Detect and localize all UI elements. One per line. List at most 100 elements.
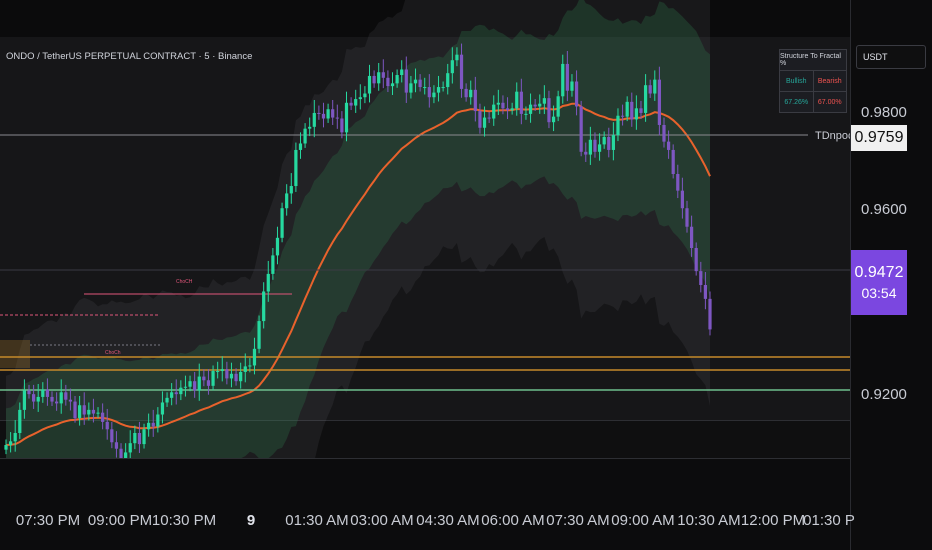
bearish-candle xyxy=(381,72,385,78)
bullish-candle xyxy=(542,98,546,104)
symbol-title[interactable]: ONDO / TetherUS PERPETUAL CONTRACT · 5 ·… xyxy=(6,51,252,62)
bearish-candle xyxy=(321,113,326,119)
time-label-day: 9 xyxy=(246,512,256,529)
time-label: 09:00 AM xyxy=(611,512,675,529)
bearish-candle xyxy=(593,139,597,152)
bearish-candle xyxy=(64,392,68,400)
bullish-candle xyxy=(469,89,473,98)
bearish-candle xyxy=(703,285,708,299)
table-title: Structure To Fractal % xyxy=(780,50,846,71)
bullish-candle xyxy=(528,104,533,114)
bearish-candle xyxy=(91,409,96,414)
bullish-candle xyxy=(41,389,45,397)
bearish-candle xyxy=(340,118,344,133)
bullish-candle xyxy=(8,441,13,446)
choch-label-lower: ChoCh xyxy=(105,350,121,356)
bearish-candle xyxy=(404,69,408,93)
bearish-candle xyxy=(335,117,339,119)
time-label: 07:30 AM xyxy=(546,512,610,529)
bullish-candle xyxy=(358,97,362,100)
price-label: 0.9800 xyxy=(861,104,907,121)
bullish-candle xyxy=(262,291,266,322)
bullish-label: Bullish xyxy=(780,71,814,91)
bearish-candle xyxy=(676,174,680,191)
bullish-candle xyxy=(96,412,100,414)
bullish-candle xyxy=(87,409,91,415)
bullish-candle xyxy=(211,371,215,386)
bullish-candle xyxy=(179,387,183,395)
bullish-candle xyxy=(611,135,615,150)
bullish-candle xyxy=(446,73,450,88)
bullish-candle xyxy=(482,117,487,128)
bullish-candle xyxy=(344,102,349,133)
bullish-candle xyxy=(78,405,82,419)
bullish-candle xyxy=(271,255,275,274)
bullish-candle xyxy=(455,54,459,61)
bullish-candle xyxy=(413,79,418,84)
time-label: 01:30 AM xyxy=(285,512,349,529)
bearish-candle xyxy=(487,117,491,119)
bullish-candle xyxy=(492,104,496,119)
bullish-candle xyxy=(538,103,542,107)
bullish-candle xyxy=(432,92,436,98)
bearish-candle xyxy=(206,380,211,386)
bearish-candle xyxy=(565,63,569,91)
bullish-candle xyxy=(423,87,427,89)
bearish-candle xyxy=(225,369,229,379)
bearish-candle xyxy=(110,429,114,443)
bullish-candle xyxy=(298,143,303,150)
bullish-candle xyxy=(625,101,629,117)
bearish-candle xyxy=(119,448,123,458)
bullish-candle xyxy=(602,137,606,145)
bullish-candle xyxy=(653,79,657,94)
bearish-candle xyxy=(666,141,671,150)
bearish-candle xyxy=(151,422,155,427)
currency-selector[interactable]: USDT xyxy=(856,45,926,69)
bearish-candle xyxy=(73,401,77,419)
bullish-candle xyxy=(36,396,40,402)
bearish-candle xyxy=(533,104,537,107)
bearish-candle xyxy=(317,112,321,114)
price-chart[interactable] xyxy=(0,0,850,458)
bearish-candle xyxy=(372,75,376,84)
time-label: 10:30 PM xyxy=(151,512,217,529)
bearish-candle xyxy=(620,115,625,117)
bullish-candle xyxy=(616,115,620,136)
bullish-candle xyxy=(252,348,257,366)
bullish-candle xyxy=(450,60,454,74)
bullish-candle xyxy=(197,376,201,391)
bullish-candle xyxy=(156,414,160,427)
bullish-candle xyxy=(312,112,316,127)
bearish-candle xyxy=(427,87,431,98)
bearish-candle xyxy=(101,412,105,422)
bearish-value: 67.00% xyxy=(817,98,842,106)
bearish-candle xyxy=(579,106,583,152)
current-price-tag: 0.9472 03:54 xyxy=(851,250,907,315)
tdnpoc-line-label: TDnpoc xyxy=(815,130,854,142)
bullish-candle xyxy=(367,75,372,94)
bullish-candle xyxy=(124,452,128,458)
bearish-candle xyxy=(31,394,36,402)
bearish-candle xyxy=(55,401,59,404)
bearish-candle xyxy=(473,89,477,112)
bullish-candle xyxy=(280,208,284,238)
time-axis[interactable] xyxy=(0,458,850,550)
bearish-candle xyxy=(662,124,666,142)
bullish-candle xyxy=(524,113,528,115)
pane-divider[interactable] xyxy=(0,458,850,459)
bearish-candle xyxy=(519,91,523,114)
bullish-candle xyxy=(147,422,151,430)
bearish-candle xyxy=(234,373,238,382)
bearish-candle xyxy=(50,396,54,402)
bullish-candle xyxy=(142,429,146,445)
order-block xyxy=(0,340,30,368)
bearish-candle xyxy=(418,79,422,88)
bearish-candle xyxy=(114,442,119,449)
time-label: 01:30 P xyxy=(803,512,855,529)
time-label: 06:00 AM xyxy=(481,512,545,529)
bearish-candle xyxy=(501,102,505,109)
tdnpoc-price-tag: 0.9759 xyxy=(851,125,907,151)
bullish-candle xyxy=(588,139,592,155)
bullish-candle xyxy=(188,381,192,387)
bullish-candle xyxy=(13,433,17,442)
